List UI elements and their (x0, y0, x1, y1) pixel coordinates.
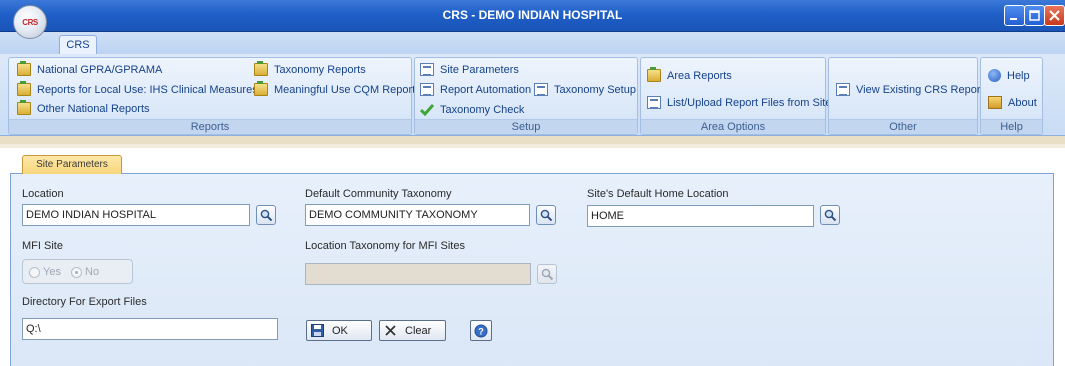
mfi-no-radio[interactable]: No (71, 266, 99, 278)
mfi-site-radio-group: Yes No (22, 259, 133, 284)
magnifier-icon (540, 209, 553, 222)
mfi-taxonomy-field (305, 263, 531, 285)
app-logo-text: CRS (22, 17, 38, 27)
taxonomy-setup-button[interactable]: Taxonomy Setup (534, 83, 636, 96)
separator-band (0, 136, 1065, 144)
taxonomy-setup-label: Taxonomy Setup (554, 83, 636, 96)
clear-x-icon (385, 325, 396, 336)
ribbon-tab-strip (0, 32, 1065, 54)
group-label-reports: Reports (9, 119, 411, 134)
meaningful-use-cqm-label: Meaningful Use CQM Reports (274, 83, 421, 96)
mfi-site-label: MFI Site (22, 240, 63, 252)
view-existing-reports-button[interactable]: View Existing CRS Reports (836, 83, 989, 96)
about-icon (988, 96, 1002, 109)
site-parameters-label: Site Parameters (440, 63, 519, 76)
mfi-yes-radio[interactable]: Yes (29, 266, 61, 278)
national-gpra-button[interactable]: National GPRA/GPRAMA (17, 61, 163, 76)
default-taxonomy-lookup-button[interactable] (536, 205, 556, 225)
default-taxonomy-label: Default Community Taxonomy (305, 188, 452, 200)
meaningful-use-cqm-button[interactable]: Meaningful Use CQM Reports (254, 81, 421, 96)
help-button[interactable]: Help (988, 69, 1030, 82)
ok-button[interactable]: OK (306, 320, 372, 341)
window-title: CRS - DEMO INDIAN HOSPITAL (442, 8, 623, 22)
taxonomy-reports-button[interactable]: Taxonomy Reports (254, 61, 366, 76)
help-label: Help (1007, 69, 1030, 82)
report-folder-icon (17, 100, 31, 115)
ribbon-group-other: Other (828, 57, 978, 135)
site-parameters-button[interactable]: Site Parameters (420, 63, 519, 76)
minimize-icon (1010, 18, 1017, 20)
report-folder-icon (17, 81, 31, 96)
report-automation-label: Report Automation (440, 83, 532, 96)
taxonomy-check-label: Taxonomy Check (440, 103, 525, 116)
magnifier-icon (260, 209, 273, 222)
area-reports-button[interactable]: Area Reports (647, 67, 732, 82)
national-gpra-label: National GPRA/GPRAMA (37, 63, 163, 76)
checkmark-icon (420, 104, 434, 116)
mfi-taxonomy-lookup-button (537, 264, 557, 284)
view-existing-reports-label: View Existing CRS Reports (856, 83, 990, 96)
local-use-reports-button[interactable]: Reports for Local Use: IHS Clinical Meas… (17, 81, 258, 96)
group-label-setup: Setup (415, 119, 637, 134)
about-button[interactable]: About (988, 96, 1037, 109)
home-location-field[interactable]: HOME (587, 205, 814, 227)
list-upload-files-label: List/Upload Report Files from Site (667, 96, 832, 109)
export-dir-field[interactable]: Q:\ (22, 318, 278, 340)
area-reports-label: Area Reports (667, 69, 732, 82)
list-upload-files-button[interactable]: List/Upload Report Files from Site (647, 96, 831, 109)
radio-selected-icon (71, 266, 82, 278)
local-use-reports-label: Reports for Local Use: IHS Clinical Meas… (37, 83, 258, 96)
export-dir-label: Directory For Export Files (22, 296, 147, 308)
mfi-taxonomy-label: Location Taxonomy for MFI Sites (305, 240, 465, 252)
parameters-sheet-icon (420, 63, 434, 76)
group-label-area-options: Area Options (641, 119, 825, 134)
report-folder-icon (254, 61, 268, 76)
maximize-icon (1029, 10, 1040, 21)
location-field[interactable]: DEMO INDIAN HOSPITAL (22, 204, 250, 226)
tab-site-parameters[interactable]: Site Parameters (22, 155, 122, 175)
taxonomy-reports-label: Taxonomy Reports (274, 63, 366, 76)
location-label: Location (22, 188, 64, 200)
magnifier-icon (541, 268, 554, 281)
taxonomy-setup-icon (534, 83, 548, 96)
other-national-reports-button[interactable]: Other National Reports (17, 100, 150, 115)
help-question-button[interactable]: ? (470, 320, 492, 341)
ok-label: OK (332, 324, 348, 337)
help-icon: ? (474, 324, 488, 337)
file-list-icon (647, 96, 661, 109)
close-button[interactable] (1044, 5, 1065, 26)
report-folder-icon (254, 81, 268, 96)
mfi-yes-label: Yes (43, 266, 61, 278)
taxonomy-check-button[interactable]: Taxonomy Check (420, 103, 524, 116)
radio-unselected-icon (29, 266, 40, 278)
maximize-button[interactable] (1024, 5, 1045, 26)
location-lookup-button[interactable] (256, 205, 276, 225)
clear-label: Clear (405, 324, 432, 337)
report-folder-icon (17, 61, 31, 76)
help-icon (988, 69, 1001, 82)
magnifier-icon (824, 209, 837, 222)
report-automation-button[interactable]: Report Automation (420, 83, 531, 96)
group-label-help: Help (981, 119, 1042, 134)
other-national-reports-label: Other National Reports (37, 102, 150, 115)
clear-button[interactable]: Clear (379, 320, 446, 341)
separator-band-light (0, 144, 1065, 148)
tab-crs[interactable]: CRS (59, 35, 97, 55)
application-menu-button[interactable]: CRS (13, 5, 47, 39)
automation-sheet-icon (420, 83, 434, 96)
home-location-lookup-button[interactable] (820, 205, 840, 225)
panel-tab-row (10, 154, 1054, 174)
report-folder-icon (647, 67, 661, 82)
view-reports-icon (836, 83, 850, 96)
close-icon (1049, 10, 1060, 21)
home-location-label: Site's Default Home Location (587, 188, 729, 200)
mfi-no-label: No (85, 266, 100, 278)
minimize-button[interactable] (1004, 5, 1025, 26)
about-label: About (1008, 96, 1037, 109)
svg-text:?: ? (478, 326, 484, 336)
save-disk-icon (311, 324, 324, 337)
group-label-other: Other (829, 119, 977, 134)
default-taxonomy-field[interactable]: DEMO COMMUNITY TAXONOMY (305, 204, 530, 226)
